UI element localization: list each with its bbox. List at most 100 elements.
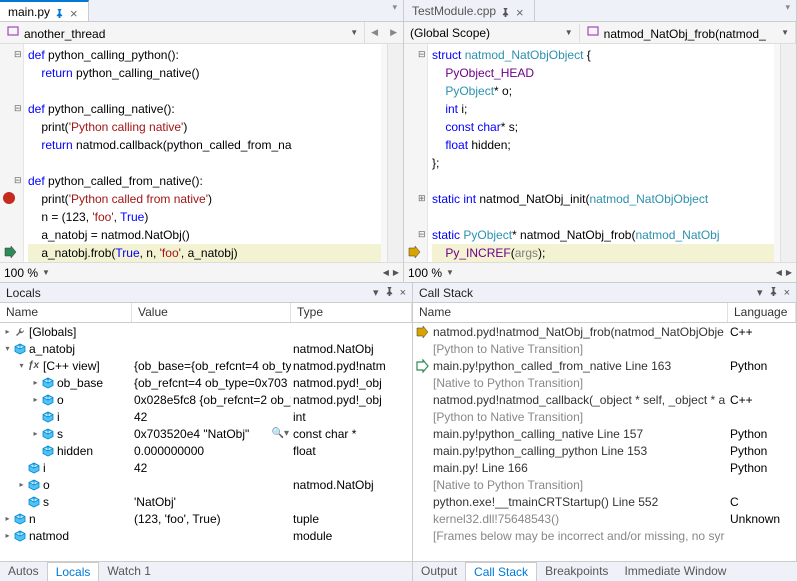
- code-area-right[interactable]: ⊟ ⊞ ⊟ struct natmod_NatObjObject { PyObjec…: [404, 44, 796, 262]
- expander-icon[interactable]: [30, 411, 41, 422]
- col-header-type[interactable]: Type: [291, 303, 412, 322]
- pin-icon[interactable]: [55, 7, 65, 17]
- scroll-left-icon[interactable]: ◀: [776, 268, 782, 277]
- stack-frame-row[interactable]: natmod.pyd!natmod_NatObj_frob(natmod_Nat…: [413, 323, 796, 340]
- nav-fwd-icon[interactable]: ▶: [384, 25, 403, 40]
- window-position-icon[interactable]: ▾: [757, 286, 763, 299]
- expander-icon[interactable]: [16, 496, 27, 507]
- locals-row[interactable]: ▸ob_base {ob_refcnt=4 ob_type=0x703 natm…: [0, 374, 412, 391]
- code-line[interactable]: return natmod.callback(python_called_fro…: [28, 136, 381, 154]
- outline-toggle-icon[interactable]: ⊟: [418, 229, 426, 240]
- pin-icon[interactable]: [769, 287, 778, 299]
- locals-row[interactable]: ▸natmod module: [0, 527, 412, 544]
- expander-icon[interactable]: ▾: [2, 343, 13, 354]
- expander-icon[interactable]: [16, 462, 27, 473]
- close-icon[interactable]: [516, 6, 526, 16]
- expander-icon[interactable]: [30, 445, 41, 456]
- pin-icon[interactable]: [501, 6, 511, 16]
- col-header-name[interactable]: Name: [0, 303, 132, 322]
- footer-tab-watch 1[interactable]: Watch 1: [99, 562, 159, 581]
- tab-overflow-icon[interactable]: ▾: [779, 0, 796, 21]
- expander-icon[interactable]: ▸: [2, 513, 13, 524]
- chevron-down-icon[interactable]: ▼: [42, 268, 50, 277]
- code-line[interactable]: };: [432, 154, 774, 172]
- code-line[interactable]: [28, 154, 381, 172]
- close-icon[interactable]: [70, 7, 80, 17]
- code-body-left[interactable]: def python_calling_python(): return pyth…: [24, 44, 381, 262]
- footer-tab-locals[interactable]: Locals: [47, 562, 100, 581]
- code-line[interactable]: Py_INCREF(args);: [432, 244, 774, 262]
- callstack-grid-body[interactable]: natmod.pyd!natmod_NatObj_frob(natmod_Nat…: [413, 323, 796, 561]
- stack-frame-row[interactable]: python.exe!__tmainCRTStartup() Line 552 …: [413, 493, 796, 510]
- col-header-language[interactable]: Language: [728, 303, 796, 322]
- stack-frame-row[interactable]: kernel32.dll!75648543() Unknown: [413, 510, 796, 527]
- locals-grid-body[interactable]: ▸[Globals] ▾a_natobj natmod.NatObj ▾ƒx[C…: [0, 323, 412, 561]
- expander-icon[interactable]: ▸: [2, 530, 13, 541]
- footer-tab-autos[interactable]: Autos: [0, 562, 47, 581]
- outline-toggle-icon[interactable]: ⊞: [418, 193, 426, 204]
- stack-frame-row[interactable]: [Python to Native Transition]: [413, 340, 796, 357]
- close-icon[interactable]: ×: [784, 287, 790, 299]
- scope-dropdown-2[interactable]: natmod_NatObj_frob(natmod_ ▼: [580, 22, 796, 43]
- locals-row[interactable]: ▸[Globals]: [0, 323, 412, 340]
- stack-frame-row[interactable]: main.py! Line 166 Python: [413, 459, 796, 476]
- expander-icon[interactable]: ▸: [30, 428, 41, 439]
- code-line[interactable]: PyObject_HEAD: [432, 64, 774, 82]
- close-icon[interactable]: ×: [400, 287, 406, 299]
- outline-toggle-icon[interactable]: ⊟: [14, 175, 22, 186]
- footer-tab-breakpoints[interactable]: Breakpoints: [537, 562, 616, 581]
- outline-toggle-icon[interactable]: ⊟: [14, 103, 22, 114]
- code-line[interactable]: print('Python calling native'): [28, 118, 381, 136]
- magnifier-icon[interactable]: 🔍▾: [272, 428, 289, 439]
- expander-icon[interactable]: ▸: [2, 326, 13, 337]
- col-header-name[interactable]: Name: [413, 303, 728, 322]
- chevron-down-icon[interactable]: ▼: [446, 268, 454, 277]
- scroll-right-icon[interactable]: ▶: [393, 268, 399, 277]
- code-line[interactable]: static PyObject* natmod_NatObj_frob(natm…: [432, 226, 774, 244]
- scrollbar-vertical[interactable]: [387, 44, 403, 262]
- code-area-left[interactable]: ⊟ ⊟ ⊟ def python_calling_python(): return …: [0, 44, 403, 262]
- expander-icon[interactable]: ▸: [30, 394, 41, 405]
- scrollbar-vertical[interactable]: [780, 44, 796, 262]
- code-line[interactable]: PyObject* o;: [432, 82, 774, 100]
- code-line[interactable]: a_natobj = natmod.NatObj(): [28, 226, 381, 244]
- footer-tab-immediate window[interactable]: Immediate Window: [616, 562, 734, 581]
- code-line[interactable]: n = (123, 'foo', True): [28, 208, 381, 226]
- stack-frame-row[interactable]: natmod.pyd!natmod_callback(_object * sel…: [413, 391, 796, 408]
- code-line[interactable]: const char* s;: [432, 118, 774, 136]
- scope-dropdown-1[interactable]: (Global Scope) ▼: [404, 24, 580, 42]
- tab-testmodule-cpp[interactable]: TestModule.cpp: [404, 0, 535, 21]
- code-line[interactable]: def python_calling_python():: [28, 46, 381, 64]
- locals-row[interactable]: ▸o natmod.NatObj: [0, 476, 412, 493]
- locals-row[interactable]: hidden 0.000000000 float: [0, 442, 412, 459]
- code-line[interactable]: return python_calling_native(): [28, 64, 381, 82]
- locals-row[interactable]: s 'NatObj': [0, 493, 412, 510]
- expander-icon[interactable]: ▾: [16, 360, 27, 371]
- code-line[interactable]: print('Python called from native'): [28, 190, 381, 208]
- stack-frame-row[interactable]: [Native to Python Transition]: [413, 374, 796, 391]
- stack-frame-row[interactable]: main.py!python_calling_native Line 157 P…: [413, 425, 796, 442]
- scroll-right-icon[interactable]: ▶: [786, 268, 792, 277]
- locals-row[interactable]: i 42 int: [0, 408, 412, 425]
- code-line[interactable]: def python_called_from_native():: [28, 172, 381, 190]
- code-line[interactable]: def python_calling_native():: [28, 100, 381, 118]
- scope-dropdown[interactable]: another_thread ▼: [0, 22, 365, 43]
- gutter-right[interactable]: ⊟ ⊞ ⊟: [404, 44, 428, 262]
- stack-frame-row[interactable]: [Frames below may be incorrect and/or mi…: [413, 527, 796, 544]
- tab-overflow-icon[interactable]: ▾: [386, 0, 403, 21]
- stack-frame-row[interactable]: [Python to Native Transition]: [413, 408, 796, 425]
- code-line[interactable]: [432, 172, 774, 190]
- tab-main-py[interactable]: main.py: [0, 0, 89, 21]
- gutter-left[interactable]: ⊟ ⊟ ⊟: [0, 44, 24, 262]
- code-body-right[interactable]: struct natmod_NatObjObject { PyObject_HE…: [428, 44, 774, 262]
- stack-frame-row[interactable]: main.py!python_calling_python Line 153 P…: [413, 442, 796, 459]
- code-line[interactable]: a_natobj.frob(True, n, 'foo', a_natobj): [28, 244, 381, 262]
- nav-back-icon[interactable]: ◀: [365, 25, 384, 40]
- locals-row[interactable]: ▸s 0x703520e4 "NatObj"🔍▾ const char *: [0, 425, 412, 442]
- stack-frame-row[interactable]: main.py!python_called_from_native Line 1…: [413, 357, 796, 374]
- locals-row[interactable]: ▾a_natobj natmod.NatObj: [0, 340, 412, 357]
- locals-row[interactable]: ▸o 0x028e5fc8 {ob_refcnt=2 ob_t natmod.p…: [0, 391, 412, 408]
- outline-toggle-icon[interactable]: ⊟: [14, 49, 22, 60]
- outline-toggle-icon[interactable]: ⊟: [418, 49, 426, 60]
- code-line[interactable]: [28, 82, 381, 100]
